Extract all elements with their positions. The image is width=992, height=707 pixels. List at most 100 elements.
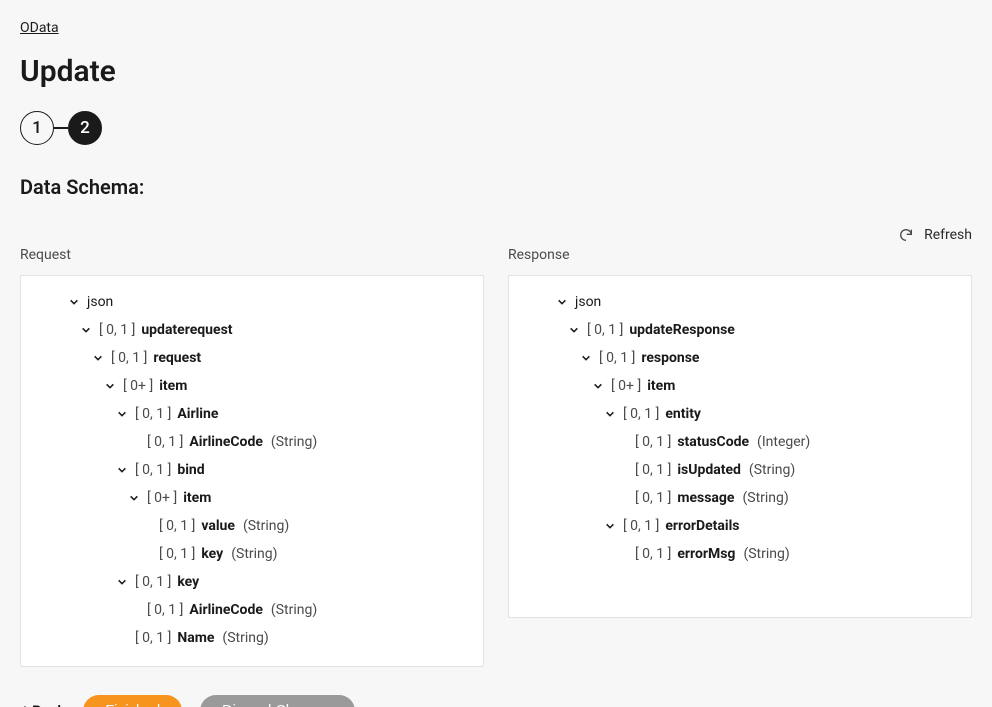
step-connector (54, 127, 68, 129)
cardinality-label: [ 0, 1 ] (111, 351, 147, 365)
cardinality-label: [ 0, 1 ] (99, 323, 135, 337)
node-type: (String) (243, 519, 289, 533)
chevron-down-icon[interactable] (577, 349, 595, 367)
chevron-down-icon[interactable] (89, 349, 107, 367)
cardinality-label: [ 0+ ] (147, 491, 177, 505)
page-title: Update (20, 54, 972, 89)
chevron-down-icon[interactable] (125, 489, 143, 507)
chevron-down-icon[interactable] (601, 405, 619, 423)
cardinality-label: [ 0, 1 ] (599, 351, 635, 365)
chevron-placeholder (125, 433, 143, 451)
node-name: updateResponse (629, 323, 735, 337)
tree-row: [ 0, 1 ] isUpdated (String) (517, 456, 957, 484)
chevron-placeholder (113, 629, 131, 647)
chevron-placeholder (613, 433, 631, 451)
cardinality-label: [ 0, 1 ] (135, 463, 171, 477)
node-name: item (159, 379, 187, 393)
chevron-down-icon[interactable] (101, 377, 119, 395)
chevron-down-icon[interactable] (77, 321, 95, 339)
tree-row: [ 0, 1 ]Airline (29, 400, 469, 428)
refresh-button[interactable]: Refresh (924, 227, 972, 243)
tree-row: [ 0, 1 ] bind (29, 456, 469, 484)
cardinality-label: [ 0, 1 ] (635, 547, 671, 561)
node-type: (String) (749, 463, 795, 477)
cardinality-label: [ 0, 1 ] (147, 603, 183, 617)
node-name: AirlineCode (189, 435, 263, 449)
cardinality-label: [ 0, 1 ] (147, 435, 183, 449)
step-2[interactable]: 2 (68, 111, 102, 145)
node-type: (String) (743, 547, 789, 561)
node-type: (Integer) (757, 435, 810, 449)
finished-button[interactable]: Finished (83, 695, 182, 707)
node-name: AirlineCode (189, 603, 263, 617)
chevron-down-icon[interactable] (113, 405, 131, 423)
chevron-placeholder (613, 545, 631, 563)
response-panel: json [ 0, 1 ] updateResponse [ 0, 1 ] respon… (508, 275, 972, 618)
chevron-down-icon[interactable] (113, 461, 131, 479)
chevron-placeholder (137, 545, 155, 563)
section-title: Data Schema: (20, 175, 972, 199)
tree-row: [ 0, 1 ]value(String) (29, 512, 469, 540)
chevron-down-icon[interactable] (589, 377, 607, 395)
tree-row: [ 0, 1 ]updaterequest (29, 316, 469, 344)
chevron-placeholder (125, 601, 143, 619)
tree-row: [ 0, 1 ] updateResponse (517, 316, 957, 344)
tree-row: [ 0, 1 ] statusCode (Integer) (517, 428, 957, 456)
node-name: Name (177, 631, 214, 645)
cardinality-label: [ 0, 1 ] (587, 323, 623, 337)
chevron-down-icon[interactable] (601, 517, 619, 535)
cardinality-label: [ 0, 1 ] (135, 407, 171, 421)
cardinality-label: [ 0, 1 ] (159, 547, 195, 561)
tree-row: [ 0, 1 ] errorDetails (517, 512, 957, 540)
discard-button[interactable]: Discard Changes (200, 695, 355, 707)
node-name: request (153, 351, 201, 365)
refresh-icon[interactable] (898, 227, 914, 243)
cardinality-label: [ 0, 1 ] (623, 519, 659, 533)
request-header: Request (20, 247, 484, 263)
chevron-down-icon[interactable] (565, 321, 583, 339)
step-1[interactable]: 1 (20, 111, 54, 145)
stepper: 1 2 (20, 111, 972, 145)
tree-row: [ 0+ ]item (517, 372, 957, 400)
chevron-placeholder (137, 517, 155, 535)
node-name: response (641, 351, 699, 365)
cardinality-label: [ 0, 1 ] (135, 631, 171, 645)
tree-row: [ 0, 1 ] AirlineCode (String) (29, 596, 469, 624)
cardinality-label: [ 0, 1 ] (635, 463, 671, 477)
cardinality-label: [ 0+ ] (123, 379, 153, 393)
tree-root-label: json (87, 295, 113, 309)
chevron-down-icon[interactable] (65, 293, 83, 311)
tree-root: json (517, 288, 957, 316)
chevron-down-icon[interactable] (113, 573, 131, 591)
node-name: errorDetails (665, 519, 739, 533)
tree-row: [ 0, 1 ] response (517, 344, 957, 372)
tree-row: [ 0, 1 ]message(String) (517, 484, 957, 512)
back-button[interactable]: Back (20, 702, 65, 707)
node-name: bind (177, 463, 204, 477)
node-type: (String) (231, 547, 277, 561)
tree-row: [ 0, 1 ]Name(String) (29, 624, 469, 652)
tree-row: [ 0, 1 ]errorMsg(String) (517, 540, 957, 568)
cardinality-label: [ 0, 1 ] (623, 407, 659, 421)
node-name: message (677, 491, 734, 505)
node-type: (String) (271, 603, 317, 617)
back-label: Back (32, 702, 65, 707)
chevron-placeholder (613, 461, 631, 479)
cardinality-label: [ 0, 1 ] (635, 435, 671, 449)
node-name: statusCode (677, 435, 749, 449)
tree-row: [ 0+ ] item (29, 484, 469, 512)
node-name: isUpdated (677, 463, 741, 477)
cardinality-label: [ 0, 1 ] (159, 519, 195, 533)
tree-row: [ 0, 1 ] key (String) (29, 540, 469, 568)
breadcrumb-odata[interactable]: OData (20, 20, 972, 36)
node-name: entity (665, 407, 701, 421)
tree-row: [ 0+ ] item (29, 372, 469, 400)
node-name: key (201, 547, 223, 561)
node-type: (String) (742, 491, 788, 505)
tree-row: [ 0, 1 ]AirlineCode(String) (29, 428, 469, 456)
tree-root-label: json (575, 295, 601, 309)
tree-row: [ 0, 1 ] request (29, 344, 469, 372)
node-name: item (183, 491, 211, 505)
tree-row: [ 0, 1 ]key (29, 568, 469, 596)
chevron-down-icon[interactable] (553, 293, 571, 311)
